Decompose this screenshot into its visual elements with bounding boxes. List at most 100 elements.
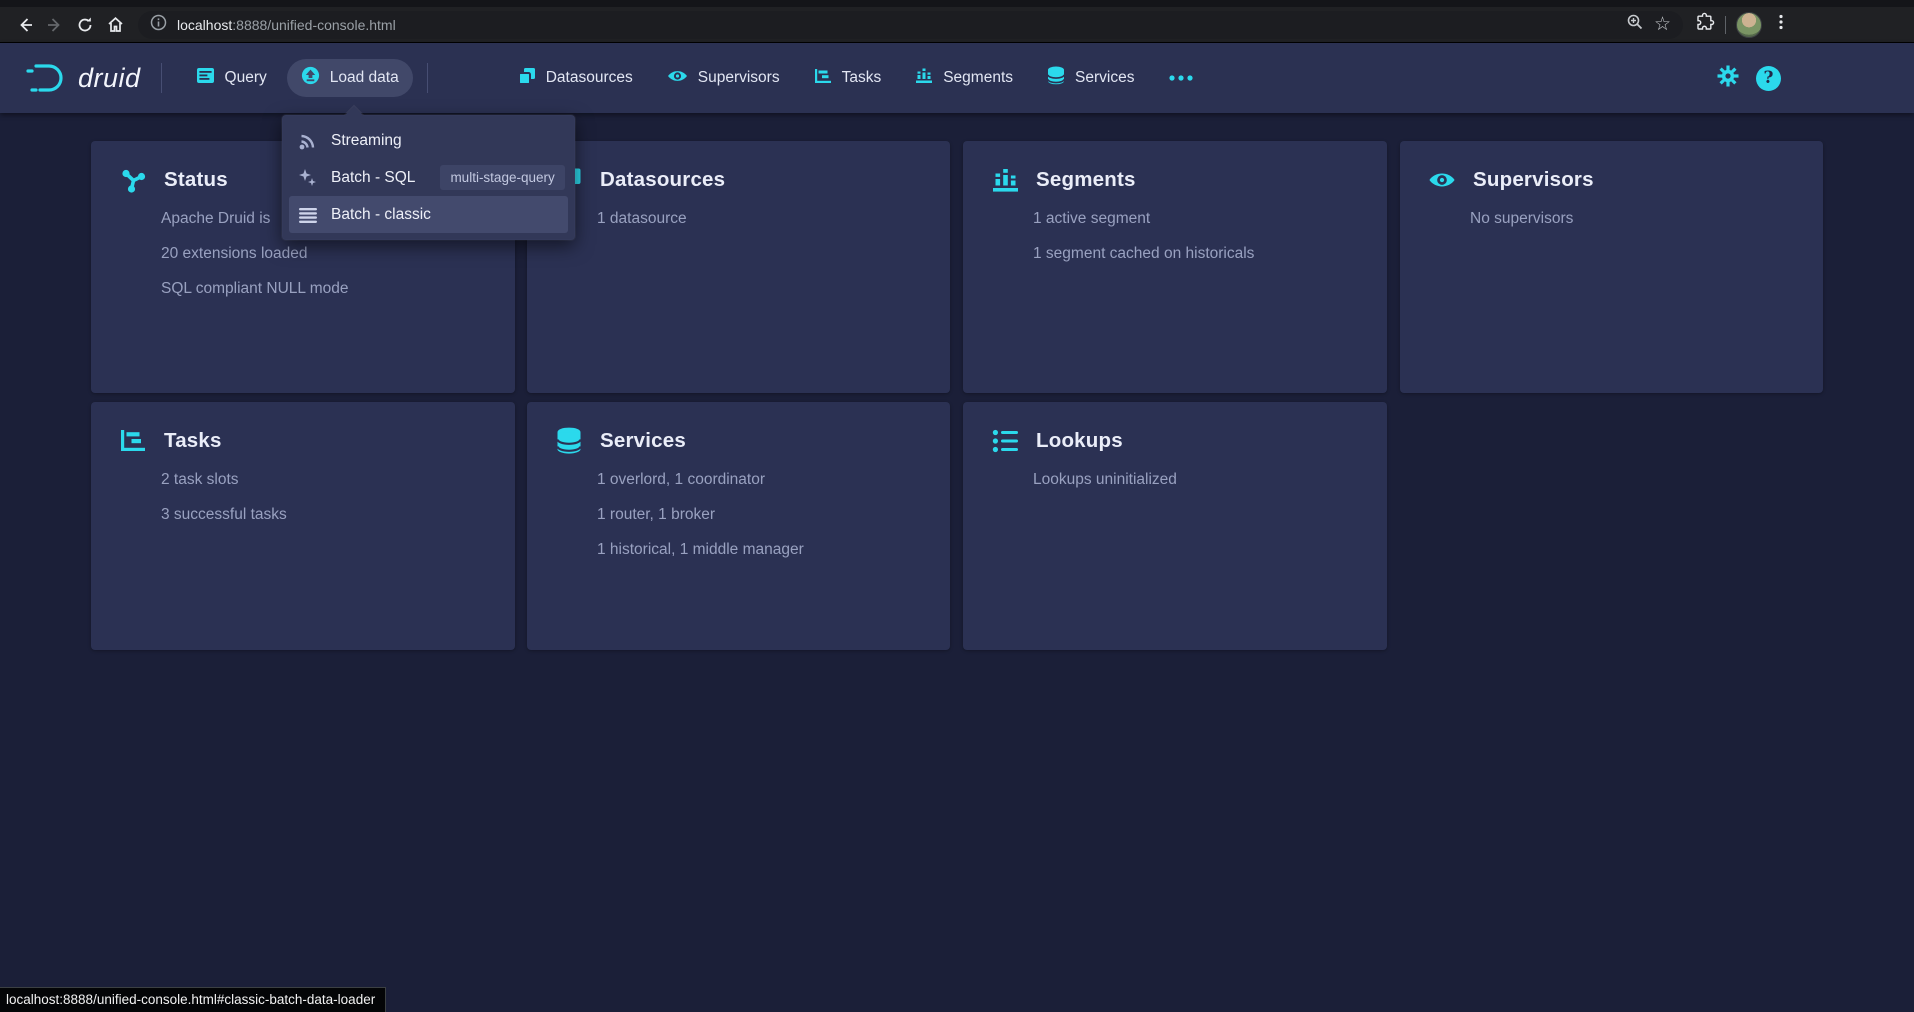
card-title: Services — [600, 429, 686, 453]
status-bar-link: localhost:8888/unified-console.html#clas… — [0, 987, 386, 1012]
card-title: Supervisors — [1473, 168, 1594, 192]
nav-query[interactable]: Query — [182, 59, 281, 97]
menu-item-label: Streaming — [331, 132, 402, 150]
toolbar-separator — [1725, 16, 1726, 34]
upload-icon — [301, 66, 320, 90]
nav-services[interactable]: Services — [1033, 59, 1148, 97]
info-icon[interactable] — [150, 14, 167, 36]
nav-segments[interactable]: Segments — [901, 59, 1027, 97]
card-lines: 1 active segment 1 segment cached on his… — [963, 194, 1387, 264]
card-header: Lookups — [963, 402, 1387, 455]
card-line: 2 task slots — [161, 470, 491, 490]
url-host: localhost — [177, 17, 232, 33]
nav-label: Tasks — [842, 69, 882, 87]
bookmark-star-icon[interactable]: ☆ — [1654, 15, 1671, 34]
card-header: Datasources — [527, 141, 950, 194]
load-data-menu: Streaming Batch - SQL multi-stage-query … — [282, 115, 575, 240]
avatar[interactable] — [1736, 12, 1762, 38]
services-icon — [1047, 66, 1065, 90]
card-lines: 2 task slots 3 successful tasks — [91, 455, 515, 525]
window-top-strip — [0, 0, 1914, 7]
help-icon[interactable]: ? — [1756, 66, 1781, 91]
card-lines: 1 overlord, 1 coordinator 1 router, 1 br… — [527, 455, 950, 560]
nav-load-data[interactable]: Load data — [287, 59, 413, 97]
druid-logo[interactable]: druid — [26, 61, 141, 95]
menu-lines-icon — [297, 207, 319, 223]
forward-icon[interactable] — [40, 10, 70, 40]
kebab-menu-icon[interactable] — [1772, 13, 1790, 36]
card-line: 1 segment cached on historicals — [1033, 244, 1363, 264]
card-title: Segments — [1036, 168, 1136, 192]
reload-icon[interactable] — [70, 10, 100, 40]
menu-item-batch-sql[interactable]: Batch - SQL multi-stage-query — [289, 159, 568, 196]
nav-label: Query — [225, 69, 267, 87]
datasources-card[interactable]: Datasources 1 datasource — [527, 141, 950, 393]
browser-toolbar-right — [1695, 12, 1790, 38]
menu-item-batch-classic[interactable]: Batch - classic — [289, 196, 568, 233]
address-bar[interactable]: localhost:8888/unified-console.html ☆ — [138, 11, 1683, 39]
card-line: 1 router, 1 broker — [597, 505, 926, 525]
list-icon — [991, 427, 1019, 455]
card-line: Lookups uninitialized — [1033, 470, 1363, 490]
segments-card[interactable]: Segments 1 active segment 1 segment cach… — [963, 141, 1387, 393]
query-icon — [196, 67, 215, 89]
url-text[interactable]: localhost:8888/unified-console.html — [177, 17, 396, 33]
navbar-right: ? — [1716, 43, 1781, 113]
database-icon — [555, 427, 583, 455]
nav-separator — [427, 63, 428, 93]
menu-item-label: Batch - SQL — [331, 169, 415, 187]
fork-icon — [119, 166, 147, 194]
card-title: Lookups — [1036, 429, 1123, 453]
card-header: Supervisors — [1400, 141, 1823, 194]
lookups-card[interactable]: Lookups Lookups uninitialized — [963, 402, 1387, 650]
card-line: 1 overlord, 1 coordinator — [597, 470, 926, 490]
card-line: 1 active segment — [1033, 209, 1363, 229]
card-line: 1 historical, 1 middle manager — [597, 540, 926, 560]
card-lines: 1 datasource — [527, 194, 950, 229]
eye-icon — [1428, 166, 1456, 194]
menu-item-streaming[interactable]: Streaming — [289, 122, 568, 159]
nav-label: Supervisors — [698, 69, 780, 87]
nav-label: Load data — [330, 69, 399, 87]
card-line: 20 extensions loaded — [161, 244, 491, 264]
card-title: Datasources — [600, 168, 725, 192]
url-path: :8888/unified-console.html — [232, 17, 395, 33]
sparkles-icon — [297, 168, 319, 188]
home-icon[interactable] — [100, 10, 130, 40]
gantt-icon — [119, 427, 147, 455]
nav-label: Datasources — [546, 69, 633, 87]
bar-chart-icon — [991, 166, 1019, 194]
tasks-icon — [814, 68, 832, 89]
nav-label: Services — [1075, 69, 1134, 87]
card-title: Tasks — [164, 429, 222, 453]
eye-icon — [667, 69, 688, 88]
more-icon — [1168, 74, 1194, 82]
nav-datasources[interactable]: Datasources — [504, 59, 647, 97]
nav-separator — [161, 63, 162, 93]
services-card[interactable]: Services 1 overlord, 1 coordinator 1 rou… — [527, 402, 950, 650]
card-header: Services — [527, 402, 950, 455]
datasources-icon — [518, 67, 536, 90]
tasks-card[interactable]: Tasks 2 task slots 3 successful tasks — [91, 402, 515, 650]
extensions-icon[interactable] — [1695, 12, 1715, 37]
gear-icon[interactable] — [1716, 64, 1740, 93]
card-line: 1 datasource — [597, 209, 926, 229]
card-line: No supervisors — [1470, 209, 1799, 229]
segments-icon — [915, 67, 933, 89]
zoom-icon[interactable] — [1626, 13, 1644, 36]
nav-more[interactable] — [1154, 59, 1208, 97]
card-header: Segments — [963, 141, 1387, 194]
back-icon[interactable] — [10, 10, 40, 40]
card-header: Tasks — [91, 402, 515, 455]
supervisors-card[interactable]: Supervisors No supervisors — [1400, 141, 1823, 393]
nav-supervisors[interactable]: Supervisors — [653, 59, 794, 97]
card-title: Status — [164, 168, 228, 192]
nav-tasks[interactable]: Tasks — [800, 59, 896, 97]
card-line: 3 successful tasks — [161, 505, 491, 525]
druid-navbar: druid Query Load data Datasources Superv… — [0, 43, 1914, 113]
streaming-icon — [297, 131, 319, 151]
card-line: SQL compliant NULL mode — [161, 279, 491, 299]
browser-toolbar: localhost:8888/unified-console.html ☆ — [0, 7, 1914, 43]
msq-badge: multi-stage-query — [440, 165, 564, 190]
menu-item-label: Batch - classic — [331, 206, 431, 224]
